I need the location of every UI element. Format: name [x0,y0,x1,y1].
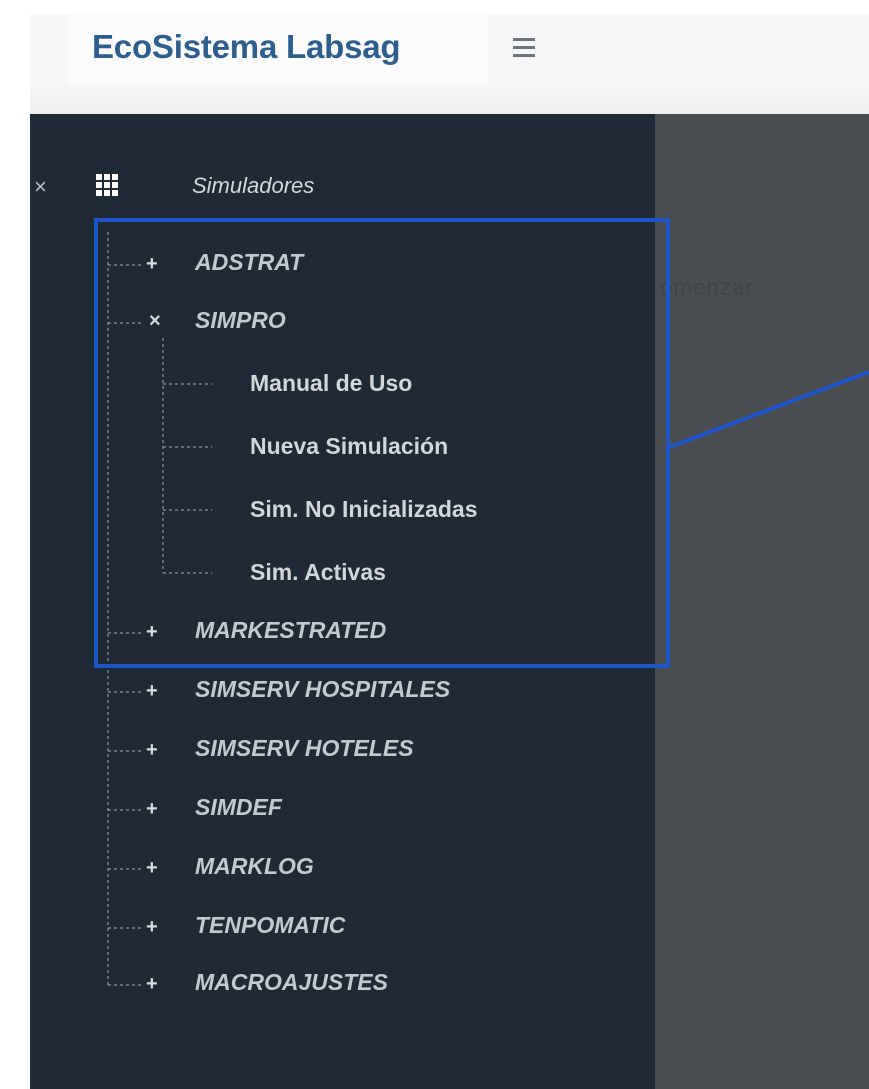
sidebar-item-simserv-hospitales[interactable]: SIMSERV HOSPITALES [195,676,450,703]
highlight-annotation-box [94,218,670,668]
brand-title[interactable]: EcoSistema Labsag [92,28,401,66]
main-content-text: omenzar [660,274,753,300]
sidebar-item-simdef[interactable]: SIMDEF [195,794,282,821]
sidebar-item-tenpomatic[interactable]: TENPOMATIC [195,912,345,939]
page: EcoSistema Labsag omenzar × Simuladores [0,0,869,1089]
grid-icon [96,174,118,196]
sidebar-item-marklog[interactable]: MARKLOG [195,853,314,880]
sidebar-item-simserv-hoteles[interactable]: SIMSERV HOTELES [195,735,414,762]
expand-toggle-marklog[interactable]: + [146,858,158,878]
expand-toggle-simdef[interactable]: + [146,799,158,819]
expand-toggle-tenpomatic[interactable]: + [146,917,158,937]
sidebar-item-macroajustes[interactable]: MACROAJUSTES [195,969,388,996]
main-content-overlay[interactable] [655,114,869,1089]
expand-toggle-simserv-hoteles[interactable]: + [146,740,158,760]
expand-toggle-simserv-hospitales[interactable]: + [146,681,158,701]
sidebar-root-label[interactable]: Simuladores [192,173,314,199]
header-shadow [30,84,869,114]
close-icon[interactable]: × [34,176,47,198]
hamburger-menu-icon[interactable] [513,38,535,58]
expand-toggle-macroajustes[interactable]: + [146,974,158,994]
